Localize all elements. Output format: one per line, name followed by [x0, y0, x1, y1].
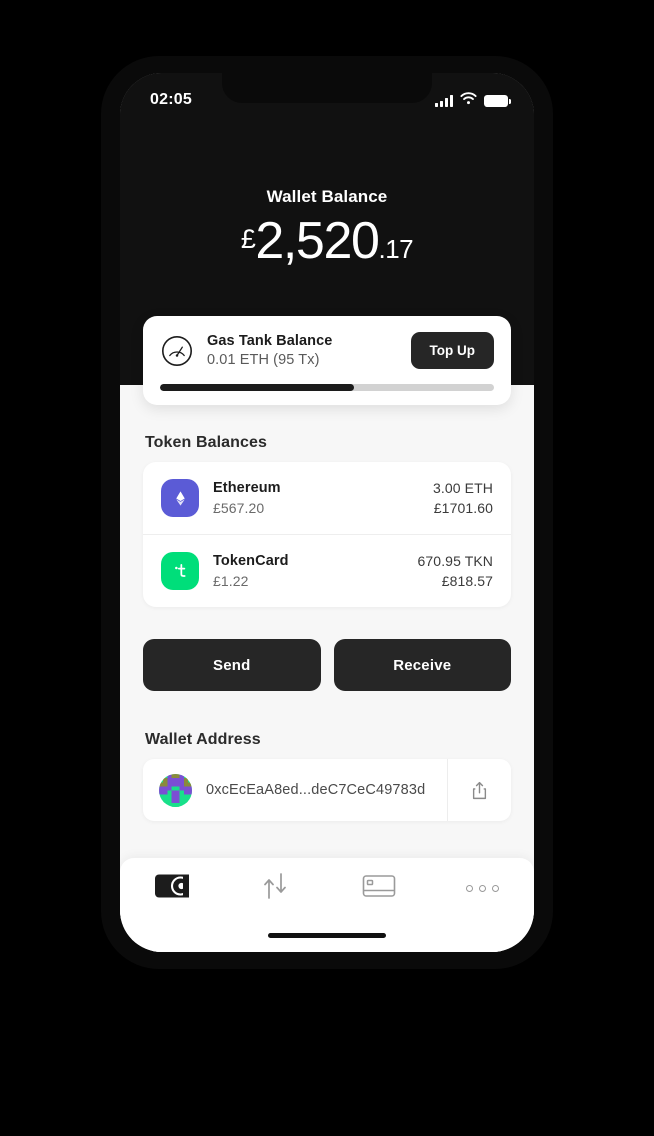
nav-item-card[interactable]: [327, 858, 431, 918]
token-holdings: 670.95 TKN £818.57: [418, 553, 493, 589]
more-dots-icon: [465, 884, 499, 892]
receive-button[interactable]: Receive: [333, 639, 511, 691]
gas-tank-subtitle: 0.01 ETH (95 Tx): [207, 352, 320, 368]
gas-tank-title: Gas Tank Balance: [207, 333, 333, 349]
token-price: £1.22: [213, 573, 249, 589]
wallet-address-value: 0xcEcEaA8ed...deC7CeC49783d: [206, 782, 426, 798]
wallet-icon: [154, 872, 190, 905]
token-name: TokenCard: [213, 553, 289, 569]
notch: [222, 73, 432, 103]
token-amount: 670.95 TKN: [417, 553, 493, 569]
battery-full-icon: [484, 95, 511, 107]
send-button[interactable]: Send: [143, 639, 321, 691]
transfer-arrows-icon: [258, 871, 292, 906]
table-row[interactable]: Ethereum £567.20 3.00 ETH £1701.60: [143, 462, 511, 534]
wallet-address-content[interactable]: 0xcEcEaA8ed...deC7CeC49783d: [143, 773, 447, 807]
identicon-avatar: [159, 773, 192, 807]
gas-tank-progress-fill: [160, 384, 354, 391]
token-amount: 3.00 ETH: [433, 480, 493, 496]
token-list: Ethereum £567.20 3.00 ETH £1701.60 Token…: [143, 462, 511, 607]
status-bar-indicators: [435, 92, 511, 110]
token-holdings: 3.00 ETH £1701.60: [433, 480, 493, 516]
screenshot-stage: Wallet Balance £2,520.17 Gas Tank Balanc…: [0, 0, 654, 1136]
ethereum-icon: [161, 479, 199, 517]
table-row[interactable]: TokenCard £1.22 670.95 TKN £818.57: [143, 534, 511, 607]
signal-bars-icon: [435, 95, 453, 107]
share-icon[interactable]: [447, 759, 511, 821]
card-icon: [362, 873, 396, 904]
gas-tank-row: Gas Tank Balance 0.01 ETH (95 Tx) Top Up: [160, 332, 494, 369]
phone-frame: Wallet Balance £2,520.17 Gas Tank Balanc…: [101, 56, 553, 969]
nav-item-wallet[interactable]: [120, 858, 224, 918]
phone-screen: Wallet Balance £2,520.17 Gas Tank Balanc…: [120, 73, 534, 952]
nav-item-transactions[interactable]: [224, 858, 328, 918]
wifi-icon: [460, 92, 477, 110]
gas-tank-card[interactable]: Gas Tank Balance 0.01 ETH (95 Tx) Top Up: [143, 316, 511, 405]
token-balances-heading: Token Balances: [145, 434, 268, 451]
nav-item-more[interactable]: [431, 858, 535, 918]
wallet-address-heading: Wallet Address: [145, 731, 261, 748]
status-bar: 02:05: [120, 73, 534, 127]
scroll-body: Gas Tank Balance 0.01 ETH (95 Tx) Top Up…: [120, 73, 534, 952]
tokencard-icon: [161, 552, 199, 590]
token-value: £818.57: [441, 573, 493, 589]
bottom-nav-row: [120, 858, 534, 918]
wallet-address-card[interactable]: 0xcEcEaA8ed...deC7CeC49783d: [143, 759, 511, 821]
status-bar-time: 02:05: [150, 91, 192, 108]
bottom-navigation: [120, 858, 534, 952]
token-info: TokenCard £1.22: [213, 553, 418, 589]
token-price: £567.20: [213, 500, 265, 516]
gas-tank-progress-bar: [160, 384, 494, 391]
gas-tank-texts: Gas Tank Balance 0.01 ETH (95 Tx): [207, 333, 411, 368]
token-name: Ethereum: [213, 480, 281, 496]
home-indicator: [268, 933, 386, 938]
top-up-button[interactable]: Top Up: [410, 332, 494, 369]
token-value: £1701.60: [433, 500, 493, 516]
token-info: Ethereum £567.20: [213, 480, 433, 516]
wallet-actions: Send Receive: [143, 639, 511, 691]
gauge-icon: [160, 334, 194, 368]
